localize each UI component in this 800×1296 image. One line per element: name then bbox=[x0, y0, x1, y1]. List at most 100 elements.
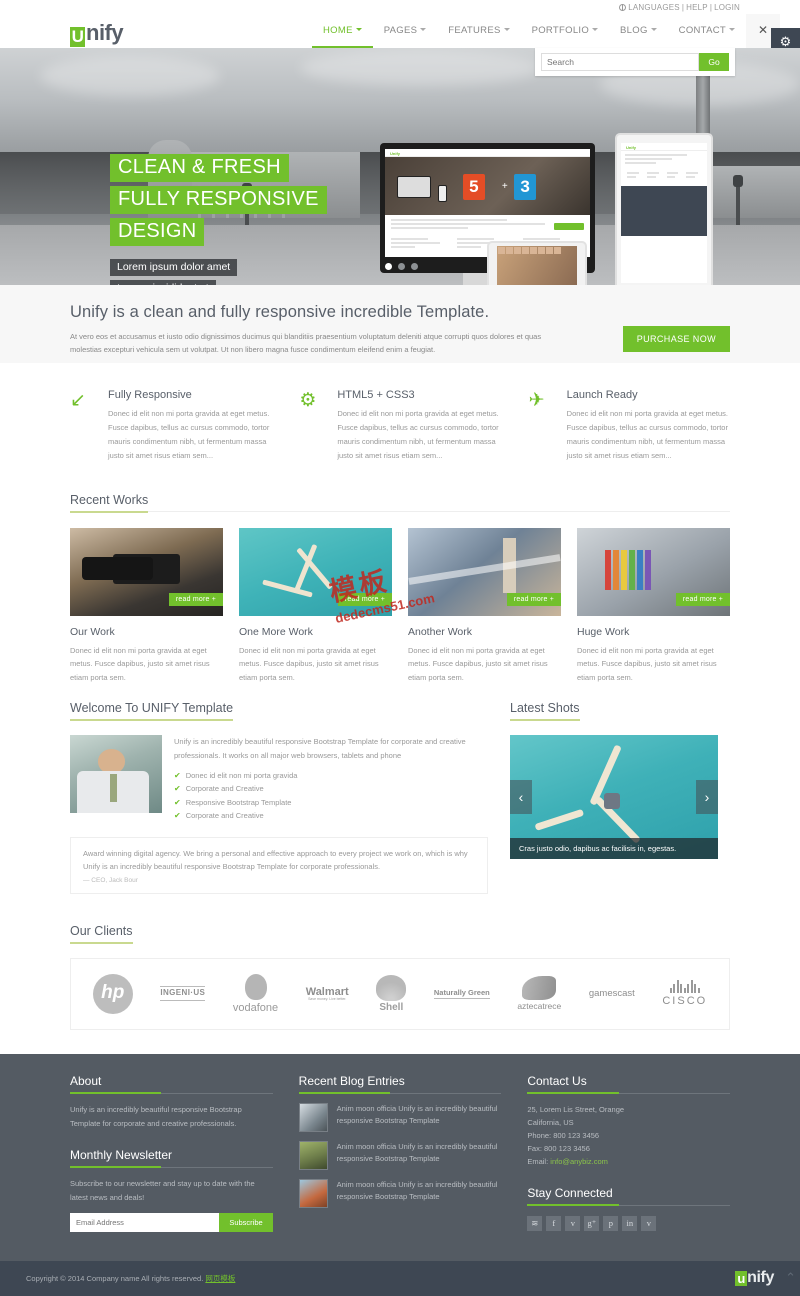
work-card[interactable]: read more + Another Work Donec id elit n… bbox=[408, 527, 561, 686]
vimeo-icon[interactable]: v bbox=[641, 1215, 657, 1231]
work-title: Another Work bbox=[408, 625, 472, 638]
footer-about-column: About Unify is an incredibly beautiful r… bbox=[70, 1074, 273, 1243]
nav-item-contact[interactable]: CONTACT bbox=[668, 14, 746, 48]
work-thumbnail[interactable]: read more + bbox=[239, 527, 392, 616]
newsletter-email-input[interactable] bbox=[70, 1213, 220, 1233]
nav-label-features: FEATURES bbox=[448, 25, 501, 36]
twitter-icon[interactable]: ᴠ bbox=[565, 1215, 581, 1231]
work-title: One More Work bbox=[239, 625, 313, 638]
linkedin-icon[interactable]: in bbox=[622, 1215, 638, 1231]
footer-contact-column: Contact Us 25, Lorem Lis Street, Orange … bbox=[527, 1074, 731, 1243]
footer-logo[interactable]: u nify bbox=[735, 1269, 774, 1287]
read-more-button[interactable]: read more + bbox=[506, 592, 561, 606]
nav-item-blog[interactable]: BLOG bbox=[609, 14, 668, 48]
blog-entry[interactable]: Anim moon officia Unify is an incredibly… bbox=[298, 1140, 502, 1170]
nav-item-portfolio[interactable]: PORTFOLIO bbox=[521, 14, 609, 48]
chevron-down-icon bbox=[592, 28, 599, 31]
subscribe-button[interactable]: Subscribe bbox=[219, 1213, 273, 1233]
hero-device-mockup: Unify 5 +3 Unify bbox=[375, 133, 715, 285]
slider-dot-1[interactable] bbox=[385, 263, 392, 270]
client-logo-walmart: Walmart Save money. Live better. bbox=[306, 986, 349, 1002]
work-body: Donec id elit non mi porta gravida at eg… bbox=[239, 645, 379, 683]
work-card[interactable]: read more + One More Work Donec id elit … bbox=[239, 527, 392, 686]
cisco-icon bbox=[662, 980, 707, 994]
pinterest-icon[interactable]: р bbox=[603, 1215, 619, 1231]
latest-shots-block: Latest Shots ‹ › Cras justo odio, dapibu… bbox=[510, 699, 718, 894]
list-item: ✔ Responsive Bootstrap Template bbox=[174, 798, 488, 807]
login-link[interactable]: LOGIN bbox=[714, 3, 740, 12]
nav-label-blog: BLOG bbox=[620, 25, 648, 36]
contact-email-row: Email: info@anybiz.com bbox=[527, 1155, 730, 1168]
site-header: Unify HOME PAGES FEATURES PORTFOLIO BLOG… bbox=[0, 14, 800, 56]
blog-entry[interactable]: Anim moon officia Unify is an incredibly… bbox=[298, 1102, 502, 1132]
client-logo-gamescast: gamescast bbox=[588, 987, 635, 999]
footer-blog-heading: Recent Blog Entries bbox=[298, 1074, 502, 1094]
site-footer: About Unify is an incredibly beautiful r… bbox=[0, 1053, 800, 1261]
intro-section: Unify is a clean and fully responsive in… bbox=[0, 285, 800, 363]
gears-icon: ⚙ bbox=[299, 390, 317, 411]
blog-entry-text: Anim moon officia Unify is an incredibly… bbox=[336, 1141, 498, 1163]
cisco-label: CISCO bbox=[662, 995, 708, 1008]
languages-link[interactable]: LANGUAGES bbox=[628, 3, 680, 12]
read-more-button[interactable]: read more + bbox=[337, 592, 392, 606]
chevron-down-icon bbox=[650, 28, 657, 31]
welcome-photo bbox=[70, 735, 162, 814]
feature-title: HTML5 + CSS3 bbox=[337, 389, 415, 401]
client-logo-ingenious: INGENI·US bbox=[160, 986, 206, 1002]
phone-mockup bbox=[487, 241, 587, 285]
client-logo-cisco: CISCO bbox=[662, 980, 707, 1007]
nav-label-portfolio: PORTFOLIO bbox=[531, 25, 590, 36]
page-root: LANGUAGES | HELP | LOGIN Unify HOME PAGES FE… bbox=[0, 0, 800, 1296]
nav-item-pages[interactable]: PAGES bbox=[373, 14, 438, 48]
facebook-icon[interactable]: f bbox=[546, 1215, 562, 1231]
work-card[interactable]: read more + Huge Work Donec id elit non … bbox=[577, 527, 730, 686]
nav-item-home[interactable]: HOME bbox=[312, 14, 373, 48]
client-logo-hp: hp bbox=[92, 973, 133, 1014]
work-thumbnail[interactable]: read more + bbox=[70, 527, 223, 616]
vodafone-label: vodafone bbox=[232, 1001, 279, 1014]
clients-heading: Our Clients bbox=[70, 924, 133, 944]
cn-template-link[interactable]: 网页模板 bbox=[205, 1274, 235, 1283]
footer-contact-heading: Contact Us bbox=[527, 1074, 731, 1094]
work-thumbnail[interactable]: read more + bbox=[577, 527, 730, 616]
search-input[interactable] bbox=[541, 53, 699, 71]
read-more-button[interactable]: read more + bbox=[168, 592, 223, 606]
sep-1: | bbox=[681, 3, 685, 12]
slider-dot-2[interactable] bbox=[398, 263, 405, 270]
read-more-button[interactable]: read more + bbox=[675, 592, 730, 606]
googleplus-icon[interactable]: g⁺ bbox=[584, 1215, 600, 1231]
gamescast-label: gamescast bbox=[588, 987, 635, 999]
contact-email-link[interactable]: info@anybiz.com bbox=[550, 1157, 608, 1166]
work-thumbnail[interactable]: read more + bbox=[408, 527, 561, 616]
recent-works-heading-wrap: Recent Works bbox=[0, 491, 800, 513]
blog-entry-text: Anim moon officia Unify is an incredibly… bbox=[336, 1179, 498, 1201]
sep-2: | bbox=[709, 3, 713, 12]
search-go-button[interactable]: Go bbox=[699, 53, 729, 71]
shell-icon bbox=[376, 974, 407, 1001]
welcome-row: Unify is an incredibly beautiful respons… bbox=[70, 735, 488, 825]
blog-entry[interactable]: Anim moon officia Unify is an incredibly… bbox=[298, 1178, 502, 1208]
work-card[interactable]: read more + Our Work Donec id elit non m… bbox=[70, 527, 223, 686]
chevron-down-icon bbox=[355, 28, 362, 31]
back-to-top-icon[interactable]: ⌃ bbox=[785, 1270, 796, 1286]
intro-body: At vero eos et accusamus et iusto odio d… bbox=[70, 332, 542, 355]
rss-icon[interactable]: ≋ bbox=[527, 1215, 543, 1231]
footer-newsletter-body: Subscribe to our newsletter and stay up … bbox=[70, 1178, 255, 1202]
footer-logo-u-box: u bbox=[735, 1271, 748, 1287]
carousel-next-icon[interactable]: › bbox=[696, 780, 718, 815]
latest-shots-heading: Latest Shots bbox=[510, 701, 580, 722]
nav-item-features[interactable]: FEATURES bbox=[437, 14, 520, 48]
quote-author: — CEO, Jack Bour bbox=[83, 876, 138, 884]
plane-icon: ✈ bbox=[528, 390, 545, 411]
site-logo[interactable]: Unify bbox=[70, 20, 124, 47]
client-logo-vodafone: vodafone bbox=[232, 973, 279, 1014]
carousel-prev-icon[interactable]: ‹ bbox=[510, 780, 532, 815]
nav-label-pages: PAGES bbox=[383, 25, 418, 36]
clients-logo-strip: hp INGENI·US vodafone Walmart Save money… bbox=[70, 957, 730, 1030]
hero-headline-1: CLEAN & FRESH bbox=[110, 154, 289, 182]
slider-dot-3[interactable] bbox=[411, 263, 418, 270]
purchase-now-button[interactable]: PURCHASE NOW bbox=[622, 326, 730, 352]
work-body: Donec id elit non mi porta gravida at eg… bbox=[70, 645, 210, 683]
help-link[interactable]: HELP bbox=[686, 3, 708, 12]
feature-body: Donec id elit non mi porta gravida at eg… bbox=[337, 409, 499, 460]
